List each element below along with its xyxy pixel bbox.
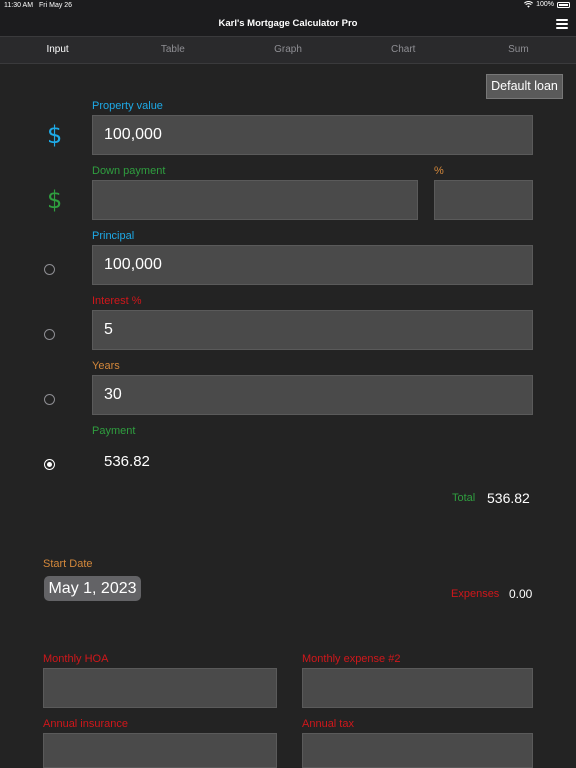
tab-graph[interactable]: Graph xyxy=(230,37,345,63)
property-value-label: Property value xyxy=(92,100,163,112)
tab-chart[interactable]: Chart xyxy=(346,37,461,63)
tab-sum[interactable]: Sum xyxy=(461,37,576,63)
interest-label: Interest % xyxy=(92,295,142,307)
down-payment-dollar-icon: $ xyxy=(47,186,63,214)
tab-table[interactable]: Table xyxy=(115,37,230,63)
app-title: Karl's Mortgage Calculator Pro xyxy=(218,18,358,29)
down-payment-percent-label: % xyxy=(434,165,444,177)
battery-percent: 100% xyxy=(536,1,554,8)
down-payment-label: Down payment xyxy=(92,165,166,177)
hamburger-menu-icon[interactable] xyxy=(556,19,568,29)
wifi-icon xyxy=(524,1,534,8)
monthly-hoa-label: Monthly HOA xyxy=(43,653,109,665)
monthly-expense-2-label: Monthly expense #2 xyxy=(302,653,401,665)
annual-tax-field[interactable] xyxy=(302,733,533,768)
principal-label: Principal xyxy=(92,230,135,242)
down-payment-percent-field[interactable] xyxy=(434,180,533,220)
annual-tax-label: Annual tax xyxy=(302,718,354,730)
status-date: Fri May 26 xyxy=(39,2,73,9)
monthly-expense-2-field[interactable] xyxy=(302,668,533,708)
principal-radio[interactable] xyxy=(44,264,55,275)
tab-input[interactable]: Input xyxy=(0,37,115,63)
start-date-picker[interactable]: May 1, 2023 xyxy=(44,576,141,601)
default-loan-button[interactable]: Default loan xyxy=(486,74,563,99)
payment-radio[interactable] xyxy=(44,459,55,470)
payment-value: 536.82 xyxy=(104,453,150,470)
monthly-hoa-field[interactable] xyxy=(43,668,277,708)
expenses-label: Expenses xyxy=(451,588,500,600)
down-payment-field[interactable] xyxy=(92,180,418,220)
property-value-dollar-icon: $ xyxy=(47,121,63,149)
status-bar: 11:30 AM Fri May 26 100% xyxy=(0,0,576,12)
years-radio[interactable] xyxy=(44,394,55,405)
battery-icon xyxy=(557,1,570,8)
years-label: Years xyxy=(92,360,120,372)
interest-radio[interactable] xyxy=(44,329,55,340)
start-date-label: Start Date xyxy=(43,558,93,570)
annual-insurance-field[interactable] xyxy=(43,733,277,768)
annual-insurance-label: Annual insurance xyxy=(43,718,129,730)
years-field[interactable]: 30 xyxy=(92,375,533,415)
status-time: 11:30 AM xyxy=(4,2,34,9)
payment-label: Payment xyxy=(92,425,136,437)
principal-field[interactable]: 100,000 xyxy=(92,245,533,285)
total-label: Total xyxy=(452,492,476,504)
navigation-bar: Karl's Mortgage Calculator Pro xyxy=(0,12,576,36)
interest-field[interactable]: 5 xyxy=(92,310,533,350)
property-value-field[interactable]: 100,000 xyxy=(92,115,533,155)
total-value: 536.82 xyxy=(487,490,530,506)
status-right: 100% xyxy=(524,1,570,8)
expenses-value: 0.00 xyxy=(509,587,533,601)
tab-bar: Input Table Graph Chart Sum xyxy=(0,36,576,64)
